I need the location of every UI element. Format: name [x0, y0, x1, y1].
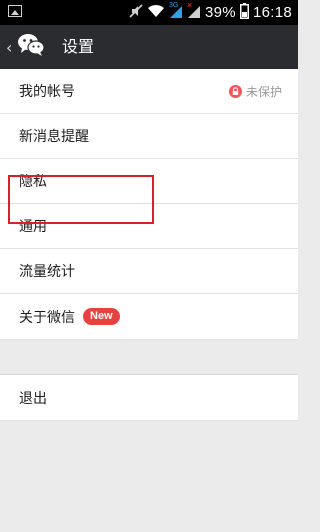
lock-icon	[228, 85, 242, 98]
settings-item-label: 关于微信	[19, 309, 75, 326]
settings-list: 我的帐号 未保护 新消息提醒 隐私 通用 流量统计 关于微信 New 退出	[0, 69, 298, 421]
wechat-logo-icon	[17, 33, 46, 61]
settings-item-label: 通用	[19, 219, 47, 235]
logout-label: 退出	[19, 390, 47, 407]
network-type-label: 3G	[169, 1, 179, 9]
logout-group: 退出	[0, 375, 298, 421]
logout-button[interactable]: 退出	[0, 375, 298, 420]
clock: 16:18	[252, 4, 292, 21]
signal-3g-icon: 3G	[169, 1, 183, 23]
page-title: 设置	[62, 37, 95, 56]
back-chevron-icon: ‹	[6, 37, 13, 57]
section-divider	[0, 339, 298, 375]
settings-item-label: 我的帐号	[19, 84, 75, 100]
title-bar: ‹ 设置	[0, 25, 298, 69]
settings-item-privacy[interactable]: 隐私	[0, 159, 298, 204]
no-service-mark: ×	[187, 0, 193, 10]
account-protection-status: 未保护	[228, 69, 282, 114]
settings-item-label: 流量统计	[19, 264, 75, 280]
settings-item-label: 新消息提醒	[19, 129, 89, 145]
new-badge: New	[83, 308, 120, 325]
settings-item-data-usage[interactable]: 流量统计	[0, 249, 298, 294]
settings-item-notifications[interactable]: 新消息提醒	[0, 114, 298, 159]
signal-no-service-icon: ×	[187, 0, 201, 23]
protection-status-text: 未保护	[245, 85, 282, 99]
settings-item-general[interactable]: 通用	[0, 204, 298, 249]
settings-item-label: 隐私	[19, 174, 47, 190]
status-bar: 3G × 39% 16:18	[0, 0, 298, 25]
battery-percent: 39%	[205, 4, 236, 21]
battery-icon	[239, 2, 249, 23]
image-notification-icon	[8, 5, 22, 17]
wifi-icon	[147, 3, 165, 22]
settings-item-about[interactable]: 关于微信 New	[0, 294, 298, 339]
mute-icon	[129, 3, 143, 23]
settings-item-account[interactable]: 我的帐号 未保护	[0, 69, 298, 114]
settings-group: 我的帐号 未保护 新消息提醒 隐私 通用 流量统计 关于微信 New	[0, 69, 298, 339]
